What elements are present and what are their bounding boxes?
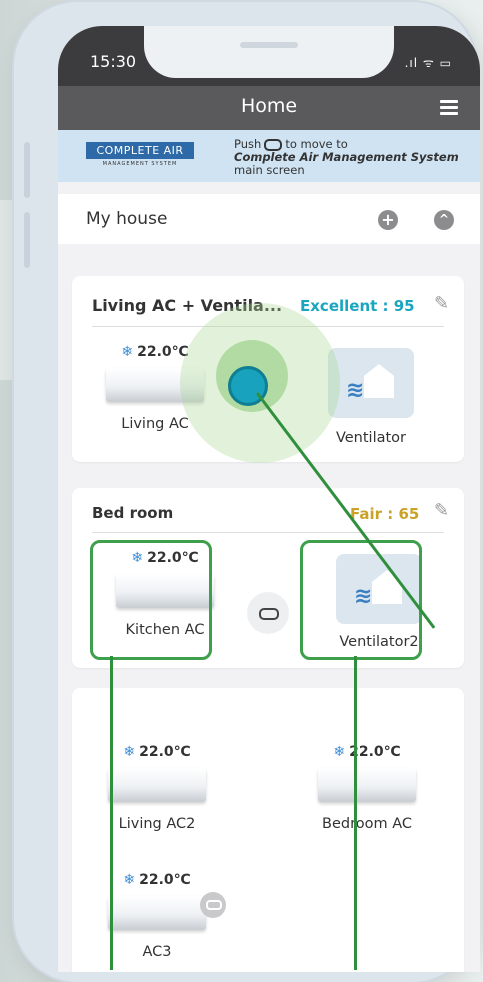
snowflake-icon: ❄ [123,744,136,760]
ac-unit-icon [108,896,206,930]
annotation-line [354,656,357,970]
ac-unit-icon [318,768,416,802]
snowflake-icon: ❄ [121,344,134,360]
air-quality-score: Excellent : 95 [300,297,415,315]
temperature-value: 22.0℃ [139,872,191,888]
notch [144,26,394,78]
temperature: ❄ 22.0℃ [102,744,212,762]
signal-wifi-battery-icon: .ıl ᯤ ▭ [404,56,452,70]
house-name: My house [86,209,168,229]
complete-air-logo: COMPLETE AIR MANAGEMENT SYSTEM [86,142,194,172]
link-badge-icon [200,892,226,918]
divider [92,532,444,533]
highlight-box-ventilator2 [300,540,422,660]
device-name: Bedroom AC [322,816,412,832]
hamburger-menu-icon[interactable] [440,100,458,116]
speaker [240,42,298,48]
link-icon [259,608,279,620]
logo-sub: MANAGEMENT SYSTEM [102,161,178,167]
edit-pencil-icon[interactable]: ✎ [434,500,449,521]
group-title: Bed room [92,504,174,522]
snowflake-icon: ❄ [333,744,346,760]
snowflake-icon: ❄ [123,872,136,888]
banner-text: Push to move to Complete Air Management S… [234,138,459,177]
link-icon [264,138,283,151]
banner-to-move: to move to [285,137,348,151]
cams-banner[interactable]: COMPLETE AIR MANAGEMENT SYSTEM Push to mo… [58,130,480,182]
edit-pencil-icon[interactable]: ✎ [434,293,449,314]
device-ac3[interactable]: ❄ 22.0℃ AC3 [102,872,212,960]
volume-button [24,212,30,268]
temperature-value: 22.0℃ [137,344,189,360]
device-name: Living AC2 [118,816,196,832]
banner-main-screen: main screen [234,163,305,177]
status-bar: 15:30 .ıl ᯤ ▭ [58,26,480,86]
ventilator-icon: ≋ [328,348,414,418]
ac-unit-icon [108,768,206,802]
logo-main: COMPLETE AIR [86,142,194,159]
device-bedroom-ac[interactable]: ❄ 22.0℃ Bedroom AC [312,744,422,832]
add-plus-icon[interactable]: + [378,210,398,230]
temperature-value: 22.0℃ [139,744,191,760]
link-group-button[interactable] [247,592,289,634]
highlight-box-kitchen-ac [90,540,212,660]
page-title: Home [240,95,298,117]
device-name: Ventilator [335,430,407,446]
annotation-line [110,656,113,970]
nav-bar: Home [58,86,480,130]
volume-button [24,142,30,198]
temperature: ❄ 22.0℃ [312,744,422,762]
status-time: 15:30 [90,52,137,71]
collapse-chevron-up-icon[interactable]: ^ [434,210,454,230]
temperature: ❄ 22.0℃ [102,872,212,890]
ungrouped-devices-card: ❄ 22.0℃ Living AC2 ❄ 22.0℃ Bedroom AC ❄ 22.… [72,688,464,972]
banner-push: Push [234,137,262,151]
house-header: My house + ^ [58,194,480,244]
phone-frame: 15:30 .ıl ᯤ ▭ Home COMPLETE AIR MANAGEME… [14,2,480,982]
air-quality-score: Fair : 65 [350,505,420,523]
device-name: AC3 [142,944,172,960]
device-living-ac2[interactable]: ❄ 22.0℃ Living AC2 [102,744,212,832]
app-screen: 15:30 .ıl ᯤ ▭ Home COMPLETE AIR MANAGEME… [58,26,480,972]
